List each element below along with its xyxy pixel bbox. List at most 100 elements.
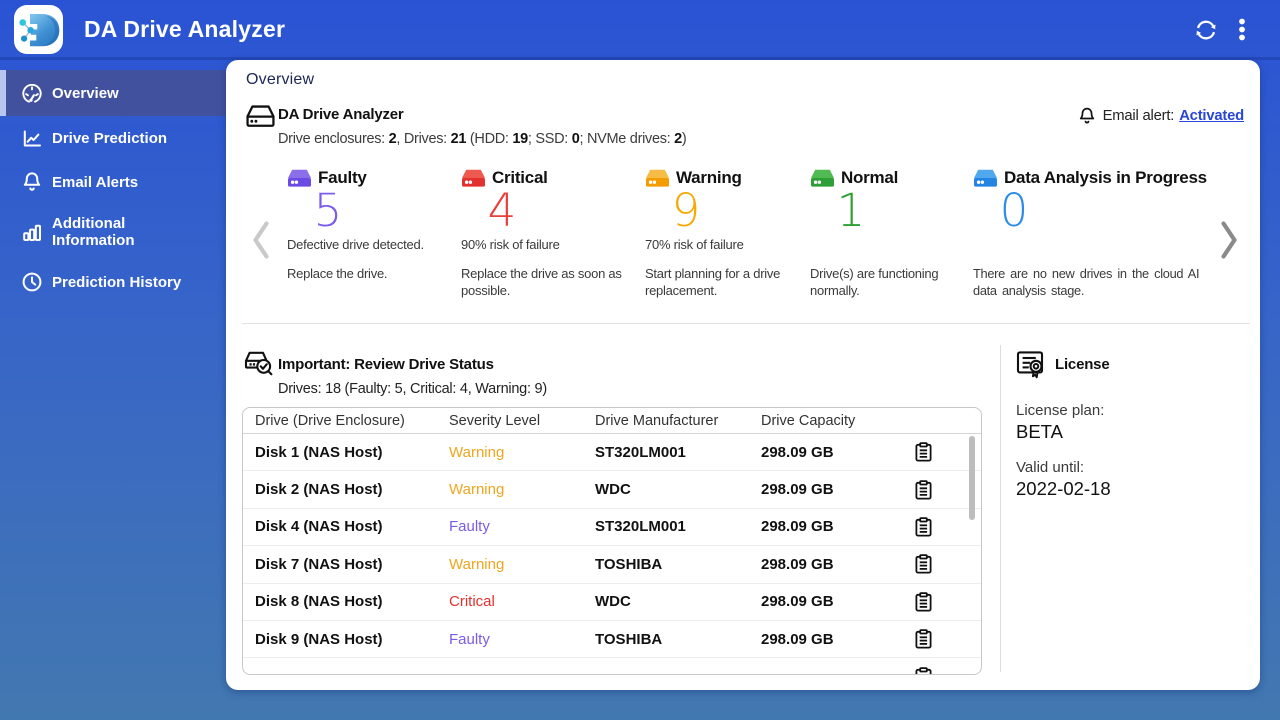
bell-icon <box>1077 106 1097 126</box>
license-icon <box>1016 349 1047 379</box>
table-header: Drive (Drive Enclosure) Severity Level D… <box>243 408 981 434</box>
email-alert-link[interactable]: Activated <box>1179 108 1244 124</box>
clipboard-icon[interactable] <box>915 629 932 649</box>
table-row[interactable]: Disk 4 (NAS Host) Faulty ST320LM001 298.… <box>243 509 981 547</box>
status-card: Faulty 5 Defective drive detected. Repla… <box>287 158 461 308</box>
cell-severity: Warning <box>449 443 505 461</box>
license-plan-value: BETA <box>1016 421 1063 442</box>
status-card-desc1: Defective drive detected. <box>287 237 424 252</box>
summary-subtitle: Drive enclosures: 2, Drives: 21 (HDD: 19… <box>278 131 687 147</box>
important-title: Important: Review Drive Status <box>278 356 494 373</box>
status-card: Critical 4 90% risk of failure Replace t… <box>461 158 645 308</box>
app-logo <box>14 5 63 54</box>
main-panel: Overview DA Drive Analyzer Drive enclosu… <box>226 60 1260 690</box>
sidebar-item-additional-information[interactable]: Additional Information <box>0 204 226 260</box>
carousel-next-icon[interactable] <box>1218 220 1240 260</box>
sidebar-item-label: Overview <box>52 84 119 102</box>
cell-drive: Disk 9 (NAS Host) <box>255 630 383 648</box>
cell-capacity: 298.09 GB <box>761 481 834 499</box>
drive-status-icon <box>646 169 669 187</box>
clipboard-icon[interactable] <box>915 479 932 500</box>
status-card-desc2: Start planning for a drive replacement. <box>645 266 781 298</box>
cell-severity: Warning <box>449 481 505 499</box>
status-card: Normal 1 Drive(s) are functioning normal… <box>810 158 973 308</box>
cell-actions <box>915 554 981 574</box>
status-cards: Faulty 5 Defective drive detected. Repla… <box>226 158 1260 308</box>
table-row[interactable] <box>243 658 981 674</box>
cell-manufacturer: WDC <box>595 481 631 499</box>
cell-capacity: 298.09 GB <box>761 593 834 611</box>
cell-manufacturer: TOSHIBA <box>595 630 663 648</box>
status-card-desc2: Replace the drive as soon as possible. <box>461 266 622 298</box>
cell-manufacturer: ST320LM001 <box>595 443 686 461</box>
clipboard-icon[interactable] <box>915 554 932 574</box>
license-title: License <box>1055 356 1110 373</box>
refresh-icon[interactable] <box>1192 16 1220 44</box>
table-scrollbar[interactable] <box>969 436 975 520</box>
bar-chart-icon <box>20 220 44 244</box>
cell-severity: Critical <box>449 593 495 611</box>
table-row[interactable]: Disk 8 (NAS Host) Critical WDC 298.09 GB <box>243 584 981 621</box>
drive-status-icon <box>974 169 997 187</box>
status-card-desc2: Drive(s) are functioning normally. <box>810 266 939 298</box>
app-title: DA Drive Analyzer <box>84 16 286 42</box>
cell-manufacturer: WDC <box>595 593 631 611</box>
sidebar-item-overview[interactable]: Overview <box>0 70 226 116</box>
cell-drive: Disk 8 (NAS Host) <box>255 593 383 611</box>
more-options-icon[interactable] <box>1230 16 1258 44</box>
clipboard-icon[interactable] <box>915 666 932 674</box>
clipboard-icon[interactable] <box>915 517 932 537</box>
status-card-desc2: Replace the drive. <box>287 266 388 281</box>
status-card-count: 5 <box>313 184 343 237</box>
sidebar-item-label: Additional Information <box>52 215 135 249</box>
table-row[interactable]: Disk 2 (NAS Host) Warning WDC 298.09 GB <box>243 471 981 509</box>
drive-status-icon <box>288 169 311 187</box>
license-valid-label: Valid until: <box>1016 459 1085 476</box>
important-subtitle: Drives: 18 (Faulty: 5, Critical: 4, Warn… <box>278 381 547 397</box>
cell-capacity: 298.09 GB <box>761 518 834 536</box>
drive-status-icon <box>811 169 834 187</box>
cell-severity: Warning <box>449 555 505 573</box>
cell-severity: Faulty <box>449 630 490 648</box>
bell-icon <box>20 170 44 194</box>
sidebar: Overview Drive Prediction Email Alerts A… <box>0 60 226 304</box>
sidebar-item-label: Prediction History <box>52 273 182 291</box>
email-alert: Email alert: Activated <box>1077 106 1244 126</box>
cell-drive: Disk 2 (NAS Host) <box>255 481 383 499</box>
status-card-desc2: There are no new drives in the cloud AI … <box>973 266 1200 298</box>
sidebar-item-label: Drive Prediction <box>52 129 168 147</box>
table-body: Disk 1 (NAS Host) Warning ST320LM001 298… <box>243 434 981 674</box>
cell-actions <box>915 591 981 612</box>
sidebar-item-drive-prediction[interactable]: Drive Prediction <box>0 116 226 160</box>
summary-title: DA Drive Analyzer <box>278 106 404 123</box>
status-card-desc1: 90% risk of failure <box>461 237 560 252</box>
sidebar-item-email-alerts[interactable]: Email Alerts <box>0 160 226 204</box>
cell-drive: Disk 1 (NAS Host) <box>255 443 383 461</box>
table-row[interactable]: Disk 9 (NAS Host) Faulty TOSHIBA 298.09 … <box>243 621 981 659</box>
status-card-count: 1 <box>836 184 866 237</box>
gauge-icon <box>20 81 44 105</box>
cell-manufacturer: TOSHIBA <box>595 555 663 573</box>
email-alert-label: Email alert: <box>1102 108 1175 124</box>
status-card: Data Analysis in Progress 0 There are no… <box>973 158 1207 308</box>
table-row[interactable]: Disk 1 (NAS Host) Warning ST320LM001 298… <box>243 434 981 472</box>
sidebar-item-prediction-history[interactable]: Prediction History <box>0 260 226 304</box>
cell-capacity: 298.09 GB <box>761 555 834 573</box>
table-row[interactable]: Disk 7 (NAS Host) Warning TOSHIBA 298.09… <box>243 546 981 584</box>
cell-severity: Faulty <box>449 518 490 536</box>
license-valid-value: 2022-02-18 <box>1016 478 1111 499</box>
clipboard-icon[interactable] <box>915 591 932 612</box>
carousel-prev-icon[interactable] <box>250 220 272 260</box>
sidebar-item-label: Email Alerts <box>52 173 139 191</box>
cell-manufacturer: ST320LM001 <box>595 518 686 536</box>
nas-drive-icon <box>246 105 275 129</box>
cell-capacity: 298.09 GB <box>761 630 834 648</box>
status-card: Warning 9 70% risk of failure Start plan… <box>645 158 810 308</box>
cell-actions <box>915 666 981 674</box>
drive-check-icon <box>244 351 273 377</box>
license-divider <box>1000 345 1001 672</box>
cell-drive: Disk 7 (NAS Host) <box>255 555 383 573</box>
clipboard-icon[interactable] <box>915 442 932 462</box>
section-divider <box>242 323 1250 324</box>
drive-status-icon <box>462 169 485 187</box>
